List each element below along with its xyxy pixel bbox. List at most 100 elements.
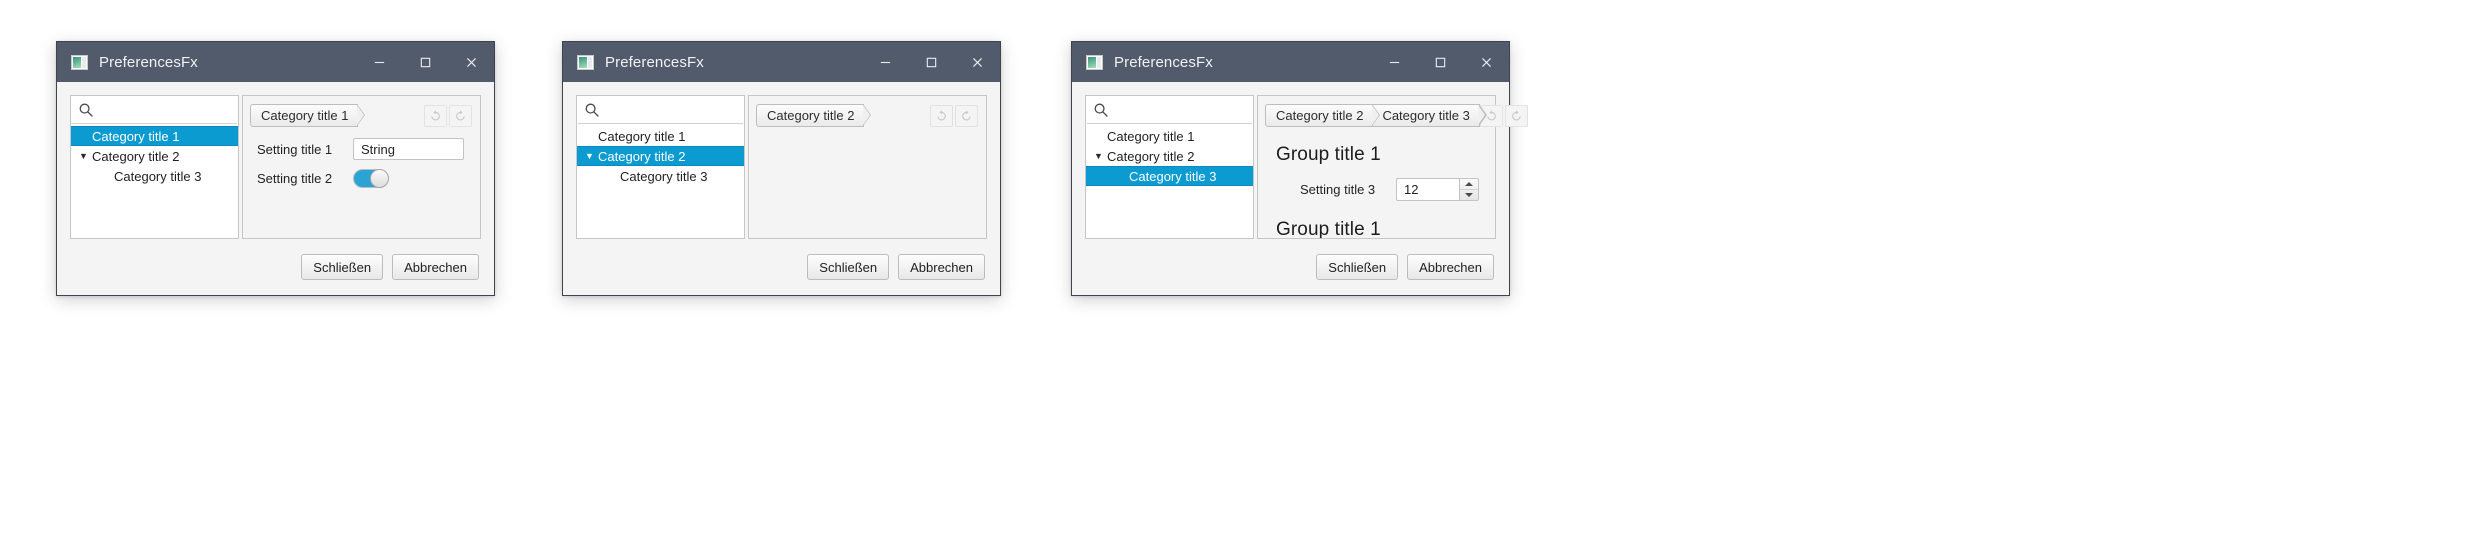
tree-item-2[interactable]: ▼ Category title 2	[1086, 146, 1253, 166]
window-3: PreferencesFx▼Category title 1▼Category …	[1071, 41, 1528, 296]
search-box[interactable]	[72, 97, 237, 124]
close-dialog-button[interactable]: Schließen	[1316, 254, 1399, 280]
spinner-decrement-button[interactable]	[1460, 190, 1478, 200]
undo-redo-group	[424, 104, 474, 127]
search-input[interactable]	[1109, 102, 1246, 118]
text-input[interactable]: String	[353, 138, 464, 160]
toggle-switch[interactable]	[353, 169, 389, 188]
setting-label: Setting title 2	[257, 171, 333, 186]
close-button[interactable]	[1463, 42, 1509, 82]
search-input[interactable]	[94, 102, 231, 118]
search-box[interactable]	[1087, 97, 1252, 124]
redo-icon	[962, 110, 971, 121]
chevron-down-icon[interactable]: ▼	[79, 151, 92, 161]
spinner-value[interactable]: 12	[1396, 178, 1459, 201]
search-icon	[79, 103, 93, 117]
undo-redo-group	[930, 104, 980, 127]
breadcrumb-item-1[interactable]: Category title 1	[250, 104, 366, 127]
toggle-knob	[370, 169, 389, 188]
window-controls	[1371, 42, 1509, 82]
minimize-icon	[880, 61, 890, 63]
minimize-icon	[374, 61, 384, 63]
close-icon	[972, 57, 982, 67]
settings-form	[749, 128, 986, 238]
breadcrumb-item-2[interactable]: Category title 3	[1373, 104, 1488, 127]
group-title: Group title 1	[1276, 219, 1381, 238]
redo-button[interactable]	[1504, 104, 1528, 127]
cancel-dialog-button[interactable]: Abbrechen	[898, 254, 985, 280]
minimize-icon	[1389, 61, 1399, 63]
redo-button[interactable]	[955, 104, 978, 127]
redo-icon	[456, 110, 465, 121]
tree-item-label: Category title 1	[598, 128, 686, 144]
chevron-down-icon[interactable]: ▼	[1094, 151, 1107, 161]
tree-item-1[interactable]: ▼Category title 1	[71, 126, 238, 146]
maximize-icon	[1435, 57, 1445, 67]
close-button[interactable]	[448, 42, 494, 82]
content-pane: Category title 2	[749, 95, 987, 239]
minimize-button[interactable]	[356, 42, 402, 82]
undo-button[interactable]	[424, 104, 447, 127]
split-pane: ▼Category title 1▼Category title 2▼Categ…	[576, 95, 987, 239]
triangle-down-icon	[1465, 193, 1473, 197]
settings-group-1: Setting title 1 String Setting title 2	[257, 138, 464, 188]
tree-item-1[interactable]: ▼Category title 1	[577, 126, 744, 146]
breadcrumb-item-1[interactable]: Category title 2	[1265, 104, 1381, 127]
split-pane: ▼Category title 1▼Category title 2▼Categ…	[1085, 95, 1528, 239]
title-bar[interactable]: PreferencesFx	[1072, 42, 1509, 82]
minimize-button[interactable]	[1371, 42, 1417, 82]
setting-label: Setting title 1	[257, 141, 333, 157]
settings-form: Setting title 1 String Setting title 2	[243, 128, 480, 238]
maximize-button[interactable]	[908, 42, 954, 82]
tree-item-2[interactable]: ▼ Category title 2	[577, 146, 744, 166]
close-dialog-button[interactable]: Schließen	[301, 254, 384, 280]
content-pane: Category title 1 Setting title 1 String Set…	[243, 95, 481, 239]
cancel-dialog-button[interactable]: Abbrechen	[392, 254, 479, 280]
category-tree: ▼Category title 1▼Category title 2▼Categ…	[577, 124, 744, 238]
undo-button[interactable]	[930, 104, 953, 127]
breadcrumb-item-1[interactable]: Category title 2	[756, 104, 872, 127]
category-tree: ▼Category title 1▼Category title 2▼Categ…	[1086, 124, 1253, 238]
redo-icon	[1511, 110, 1521, 121]
breadcrumb-bar: Category title 2	[749, 96, 986, 128]
title-bar[interactable]: PreferencesFx	[563, 42, 1000, 82]
sidebar: ▼Category title 1▼Category title 2▼Categ…	[70, 95, 238, 239]
breadcrumb-label: Category title 2	[1276, 108, 1364, 123]
tree-item-3[interactable]: ▼Category title 3	[577, 166, 744, 186]
breadcrumb: Category title 2	[756, 104, 872, 127]
window-footer: Schließen Abbrechen	[1072, 239, 1509, 295]
redo-button[interactable]	[449, 104, 472, 127]
maximize-icon	[420, 57, 430, 67]
search-box[interactable]	[578, 97, 743, 124]
search-icon	[1094, 103, 1108, 117]
app-window-icon	[577, 54, 594, 70]
window-title: PreferencesFx	[99, 53, 198, 71]
setting-row: Setting title 2	[257, 169, 464, 188]
window-2: PreferencesFx▼Category title 1▼Category …	[562, 41, 1001, 296]
title-bar[interactable]: PreferencesFx	[57, 42, 494, 82]
window-title: PreferencesFx	[1114, 53, 1213, 71]
close-button[interactable]	[954, 42, 1000, 82]
window-body: ▼Category title 1▼Category title 2▼Categ…	[1072, 82, 1528, 239]
search-input[interactable]	[600, 102, 737, 118]
spinner-increment-button[interactable]	[1460, 179, 1478, 190]
settings-form: Group title 1 Setting title 3 12 Group titl…	[1258, 128, 1495, 238]
tree-item-label: Category title 3	[114, 168, 202, 184]
settings-group-1: Group title 1 Setting title 3 12	[1272, 144, 1479, 201]
screenshot-stage: PreferencesFx▼Category title 1▼Category …	[0, 0, 2474, 555]
tree-item-2[interactable]: ▼ Category title 2	[71, 146, 238, 166]
window-body: ▼Category title 1▼Category title 2▼Categ…	[57, 82, 494, 239]
sidebar: ▼Category title 1▼Category title 2▼Categ…	[1085, 95, 1253, 239]
tree-item-1[interactable]: ▼Category title 1	[1086, 126, 1253, 146]
cancel-dialog-button[interactable]: Abbrechen	[1407, 254, 1494, 280]
triangle-up-icon	[1465, 182, 1473, 186]
minimize-button[interactable]	[862, 42, 908, 82]
app-window-icon	[71, 54, 88, 70]
close-dialog-button[interactable]: Schließen	[807, 254, 890, 280]
tree-item-3[interactable]: ▼Category title 3	[1086, 166, 1253, 186]
chevron-down-icon[interactable]: ▼	[585, 151, 598, 161]
search-icon	[585, 103, 599, 117]
tree-item-3[interactable]: ▼Category title 3	[71, 166, 238, 186]
maximize-button[interactable]	[1417, 42, 1463, 82]
maximize-button[interactable]	[402, 42, 448, 82]
